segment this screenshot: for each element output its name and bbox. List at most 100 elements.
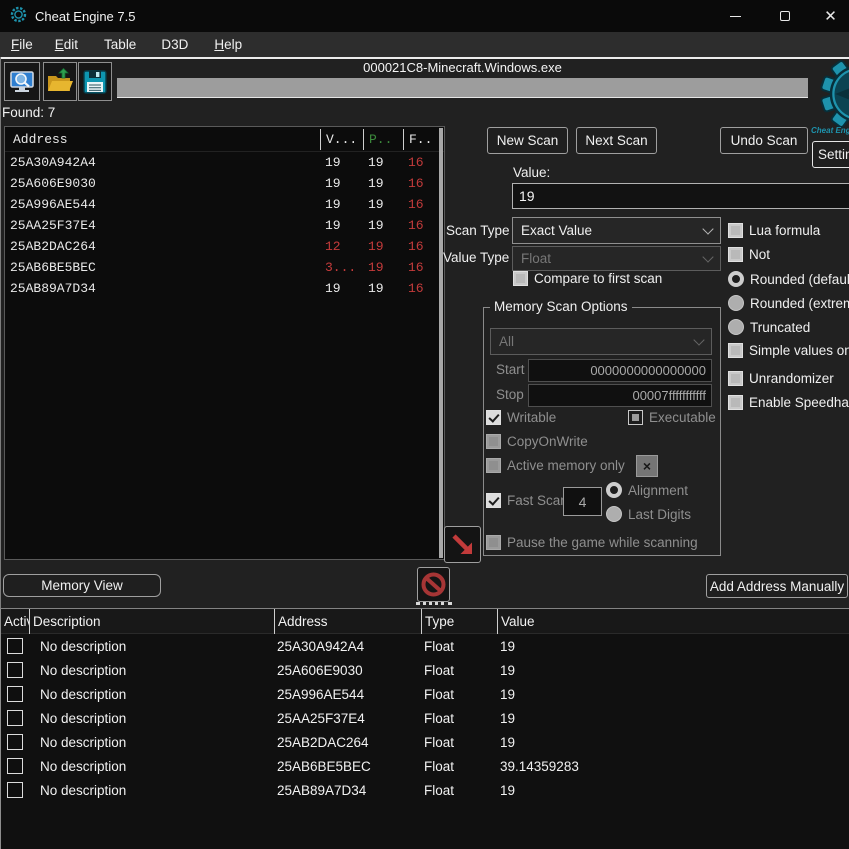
menu-d3d[interactable]: D3D [150, 37, 199, 52]
not-option[interactable]: Not [728, 247, 849, 262]
rounded-default-radio[interactable] [728, 271, 744, 287]
simple-values-checkbox[interactable] [728, 343, 743, 358]
active-memory-checkbox[interactable] [486, 458, 501, 473]
address-table[interactable]: Active Description Address Type Value No… [0, 608, 849, 849]
active-checkbox[interactable] [7, 638, 23, 654]
menu-edit[interactable]: Edit [44, 37, 89, 52]
simple-values-option[interactable]: Simple values onl [728, 343, 849, 358]
unrandomizer-option[interactable]: Unrandomizer [728, 371, 849, 386]
pause-game-option[interactable]: Pause the game while scanning [486, 535, 718, 550]
address-row[interactable]: No description 25AA25F37E4 Float 19 [1, 706, 849, 730]
found-row[interactable]: 25AB2DAC264 12 19 16 [5, 236, 444, 257]
add-selected-addresses-button[interactable] [444, 526, 481, 563]
active-checkbox[interactable] [7, 758, 23, 774]
found-addresses-list[interactable]: Address V... P.. F.. 25A30A942A4 19 19 1… [4, 126, 445, 560]
column-previous[interactable]: P.. [363, 128, 403, 150]
open-table-button[interactable] [43, 62, 77, 101]
address-row[interactable]: No description 25AB6BE5BEC Float 39.1435… [1, 754, 849, 778]
value-input[interactable] [512, 183, 849, 209]
splitter-handle[interactable] [416, 602, 452, 606]
active-checkbox[interactable] [7, 734, 23, 750]
next-scan-button[interactable]: Next Scan [576, 127, 657, 154]
fast-scan-alignment-input[interactable]: 4 [563, 487, 602, 516]
executable-checkbox[interactable] [628, 410, 643, 425]
copy-on-write-checkbox[interactable] [486, 434, 501, 449]
row-description: No description [40, 758, 127, 774]
lua-formula-option[interactable]: Lua formula [728, 223, 849, 238]
column-type[interactable]: Type [421, 608, 497, 634]
found-row[interactable]: 25AB6BE5BEC 3... 19 16 [5, 257, 444, 278]
found-row[interactable]: 25AA25F37E4 19 19 16 [5, 215, 444, 236]
last-digits-radio[interactable] [606, 506, 622, 522]
found-first: 16 [408, 239, 424, 254]
unrandomizer-checkbox[interactable] [728, 371, 743, 386]
writable-option[interactable]: Writable [486, 410, 556, 425]
maximize-button[interactable] [762, 0, 808, 32]
active-memory-x-button[interactable]: × [636, 455, 658, 477]
address-row[interactable]: No description 25AB2DAC264 Float 19 [1, 730, 849, 754]
column-description[interactable]: Description [29, 608, 274, 634]
found-row[interactable]: 25A606E9030 19 19 16 [5, 173, 444, 194]
menu-help[interactable]: Help [203, 37, 253, 52]
column-address[interactable]: Address [5, 132, 320, 147]
rounded-extreme-radio[interactable] [728, 295, 744, 311]
address-row[interactable]: No description 25A606E9030 Float 19 [1, 658, 849, 682]
found-row[interactable]: 25AB89A7D34 19 19 16 [5, 278, 444, 299]
compare-first-scan-checkbox[interactable] [513, 271, 528, 286]
new-scan-button[interactable]: New Scan [487, 127, 568, 154]
active-memory-label: Active memory only [507, 458, 625, 473]
save-table-button[interactable] [78, 62, 112, 101]
writable-checkbox[interactable] [486, 410, 501, 425]
found-row[interactable]: 25A30A942A4 19 19 16 [5, 152, 444, 173]
active-memory-option[interactable]: Active memory only [486, 458, 625, 473]
stop-address-field[interactable]: 00007fffffffffff [528, 384, 712, 407]
executable-option[interactable]: Executable [628, 410, 716, 425]
last-digits-option[interactable]: Last Digits [606, 506, 691, 522]
fast-scan-option[interactable]: Fast Scan [486, 493, 568, 508]
alignment-radio[interactable] [606, 482, 622, 498]
pause-game-checkbox[interactable] [486, 535, 501, 550]
column-active[interactable]: Active [1, 609, 29, 634]
scan-type-dropdown[interactable]: Exact Value [512, 217, 721, 244]
not-checkbox[interactable] [728, 247, 743, 262]
menu-file[interactable]: File [0, 37, 44, 52]
column-first[interactable]: F.. [403, 128, 439, 150]
select-process-button[interactable] [4, 62, 40, 101]
rounded-extreme-option[interactable]: Rounded (extrem [728, 295, 849, 311]
add-address-manually-button[interactable]: Add Address Manually [706, 574, 848, 598]
rounded-default-option[interactable]: Rounded (default [728, 271, 849, 287]
settings-button[interactable]: Settings [812, 141, 849, 168]
copy-on-write-option[interactable]: CopyOnWrite [486, 434, 588, 449]
column-address[interactable]: Address [274, 608, 421, 634]
row-description: No description [40, 662, 127, 678]
alignment-option[interactable]: Alignment [606, 482, 688, 498]
column-value[interactable]: V... [320, 128, 363, 150]
memory-view-button[interactable]: Memory View [3, 574, 161, 597]
minimize-button[interactable] [712, 0, 758, 32]
active-checkbox[interactable] [7, 662, 23, 678]
active-checkbox[interactable] [7, 782, 23, 798]
found-value: 19 [325, 197, 341, 212]
active-checkbox[interactable] [7, 686, 23, 702]
address-row[interactable]: No description 25A30A942A4 Float 19 [1, 634, 849, 658]
found-list-scrollbar[interactable] [439, 128, 443, 558]
active-checkbox[interactable] [7, 710, 23, 726]
enable-speedhack-option[interactable]: Enable Speedhac [728, 395, 849, 410]
row-value: 19 [500, 662, 516, 678]
found-row[interactable]: 25A996AE544 19 19 16 [5, 194, 444, 215]
lua-formula-checkbox[interactable] [728, 223, 743, 238]
truncated-radio[interactable] [728, 319, 744, 335]
address-row[interactable]: No description 25A996AE544 Float 19 [1, 682, 849, 706]
fast-scan-checkbox[interactable] [486, 493, 501, 508]
cancel-scan-button[interactable] [417, 567, 450, 602]
undo-scan-button[interactable]: Undo Scan [720, 127, 808, 154]
address-row[interactable]: No description 25AB89A7D34 Float 19 [1, 778, 849, 802]
column-value[interactable]: Value [497, 608, 849, 634]
compare-first-scan-option[interactable]: Compare to first scan [513, 271, 662, 286]
enable-speedhack-label: Enable Speedhac [749, 395, 849, 410]
start-address-field[interactable]: 0000000000000000 [528, 359, 712, 382]
enable-speedhack-checkbox[interactable] [728, 395, 743, 410]
menu-table[interactable]: Table [93, 37, 147, 52]
close-button[interactable]: ✕ [812, 0, 849, 32]
truncated-option[interactable]: Truncated [728, 319, 849, 335]
